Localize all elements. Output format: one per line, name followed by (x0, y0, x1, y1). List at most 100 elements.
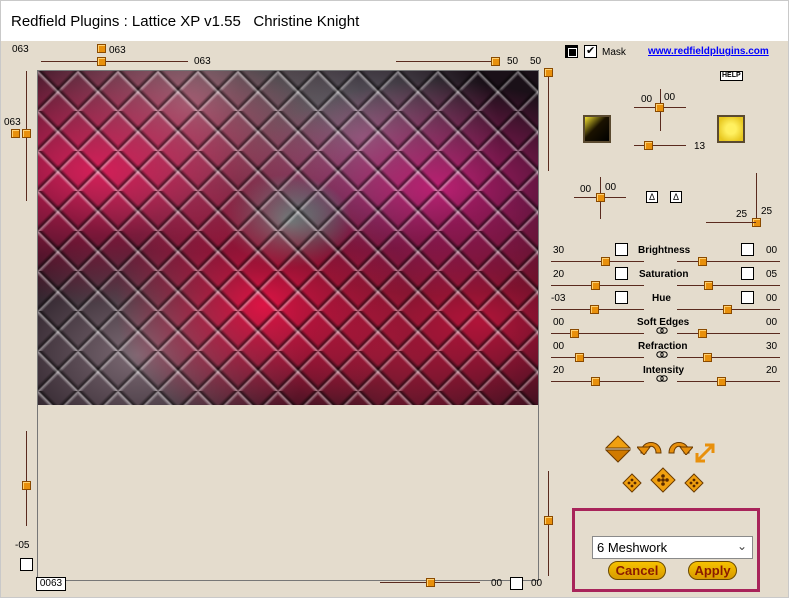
saturation-left-value: 20 (553, 269, 565, 280)
top-knob-label: 063 (109, 45, 126, 56)
refraction-left-knob[interactable] (575, 353, 584, 362)
preview-right-lower-knob[interactable] (544, 516, 553, 525)
top-slider-value: 063 (194, 56, 211, 67)
help-button[interactable]: HELP (720, 71, 743, 81)
left-light-swatch[interactable] (583, 115, 611, 143)
top-small-knob[interactable] (97, 44, 106, 53)
depth-vertical-value: 25 (761, 206, 773, 217)
hue-left-checkbox[interactable] (615, 291, 628, 304)
brightness-right-value: 00 (766, 245, 778, 256)
left-lower-value: -05 (15, 540, 30, 551)
top-right-slider-knob[interactable] (491, 57, 500, 66)
soft-edges-right-value: 00 (766, 317, 778, 328)
brightness-left-track[interactable] (551, 261, 644, 262)
top-right-slider-track[interactable] (396, 61, 496, 62)
brightness-right-track[interactable] (677, 261, 780, 262)
soft-edges-left-track[interactable] (551, 333, 644, 334)
top-slider-track[interactable] (41, 61, 188, 62)
saturation-left-knob[interactable] (591, 281, 600, 290)
preview-right-slider-track[interactable] (548, 71, 549, 171)
refraction-left-value: 00 (553, 341, 565, 352)
brightness-right-checkbox[interactable] (741, 243, 754, 256)
window-title: Redfield Plugins : Lattice XP v1.55 Chri… (11, 13, 360, 30)
brightness-left-value: 30 (553, 245, 565, 256)
left-vertical-knob-a[interactable] (11, 129, 20, 138)
depth-horizontal-track[interactable] (706, 222, 756, 223)
bottom-slider-knob[interactable] (426, 578, 435, 587)
bottom-value-a: 00 (491, 578, 503, 589)
mask-checkbox[interactable] (584, 44, 597, 58)
diamond-up-down-icon[interactable] (605, 435, 631, 463)
intensity-right-knob[interactable] (717, 377, 726, 386)
soft-edges-left-value: 00 (553, 317, 565, 328)
left-lower-slider-knob[interactable] (22, 481, 31, 490)
intensity-left-knob[interactable] (591, 377, 600, 386)
direction-knob[interactable] (596, 193, 605, 202)
direction-button-a[interactable]: Δ (646, 191, 658, 203)
light-size-track[interactable] (634, 145, 686, 146)
pattern-select[interactable]: 6 Meshwork ⌄ (592, 536, 753, 559)
bottom-checkbox[interactable] (510, 577, 523, 590)
left-vertical-value: 063 (4, 117, 21, 128)
refraction-link-icon[interactable] (656, 351, 668, 358)
mask-label: Mask (602, 47, 626, 58)
rotate-right-icon[interactable] (665, 433, 693, 455)
lattice-preview-image (38, 71, 538, 405)
bottom-value-b: 00 (531, 578, 543, 589)
apply-button[interactable]: Apply (688, 561, 737, 580)
hue-left-knob[interactable] (590, 305, 599, 314)
saturation-right-track[interactable] (677, 285, 780, 286)
hue-right-knob[interactable] (723, 305, 732, 314)
value-box[interactable]: 0063 (36, 577, 66, 591)
brightness-label: Brightness (638, 245, 691, 256)
direction-left-value: 00 (580, 184, 592, 195)
light-position-knob[interactable] (655, 103, 664, 112)
dice-large-icon[interactable] (650, 467, 676, 493)
intensity-left-value: 20 (553, 365, 565, 376)
redfield-link[interactable]: www.redfieldplugins.com (648, 46, 769, 57)
cancel-button[interactable]: Cancel (608, 561, 666, 580)
soft-edges-left-knob[interactable] (570, 329, 579, 338)
soft-edges-right-knob[interactable] (698, 329, 707, 338)
dice-icon[interactable] (622, 473, 642, 493)
light-bottom-value: 13 (694, 141, 706, 152)
direction-right-value: 00 (605, 182, 617, 193)
dice-small-icon[interactable] (684, 473, 704, 493)
refraction-left-track[interactable] (551, 357, 644, 358)
saturation-right-knob[interactable] (704, 281, 713, 290)
right-light-swatch[interactable] (717, 115, 745, 143)
depth-vertical-track[interactable] (756, 173, 757, 221)
light-right-value: 00 (664, 92, 676, 103)
left-lower-checkbox[interactable] (20, 558, 33, 571)
preview-area[interactable] (37, 70, 539, 581)
brightness-left-knob[interactable] (601, 257, 610, 266)
brightness-left-checkbox[interactable] (615, 243, 628, 256)
light-left-value: 00 (641, 94, 653, 105)
mask-color-box[interactable] (565, 45, 578, 58)
left-vertical-knob-b[interactable] (22, 129, 31, 138)
brightness-right-knob[interactable] (698, 257, 707, 266)
plugin-client-area: 063 063 063 50 50 063 -05 0063 00 00 ✔ M… (4, 41, 785, 596)
direction-button-b[interactable]: Δ (670, 191, 682, 203)
intensity-link-icon[interactable] (656, 375, 668, 382)
top-slider-knob[interactable] (97, 57, 106, 66)
left-lower-slider-track[interactable] (26, 431, 27, 526)
rotate-left-icon[interactable] (637, 433, 665, 455)
intensity-right-track[interactable] (677, 381, 780, 382)
soft-edges-link-icon[interactable] (656, 327, 668, 334)
light-size-knob[interactable] (644, 141, 653, 150)
top-right-slider-value: 50 (507, 56, 519, 67)
hue-right-checkbox[interactable] (741, 291, 754, 304)
saturation-label: Saturation (639, 269, 689, 280)
refraction-right-knob[interactable] (703, 353, 712, 362)
hue-right-value: 00 (766, 293, 778, 304)
saturation-right-checkbox[interactable] (741, 267, 754, 280)
chevron-down-icon: ⌄ (736, 539, 747, 553)
refraction-right-track[interactable] (677, 357, 780, 358)
right-vertical-value: 50 (530, 56, 542, 67)
preview-right-slider-knob[interactable] (544, 68, 553, 77)
soft-edges-right-track[interactable] (677, 333, 780, 334)
expand-arrow-icon[interactable] (694, 442, 716, 464)
title-bar: Redfield Plugins : Lattice XP v1.55 Chri… (1, 1, 788, 41)
saturation-left-checkbox[interactable] (615, 267, 628, 280)
